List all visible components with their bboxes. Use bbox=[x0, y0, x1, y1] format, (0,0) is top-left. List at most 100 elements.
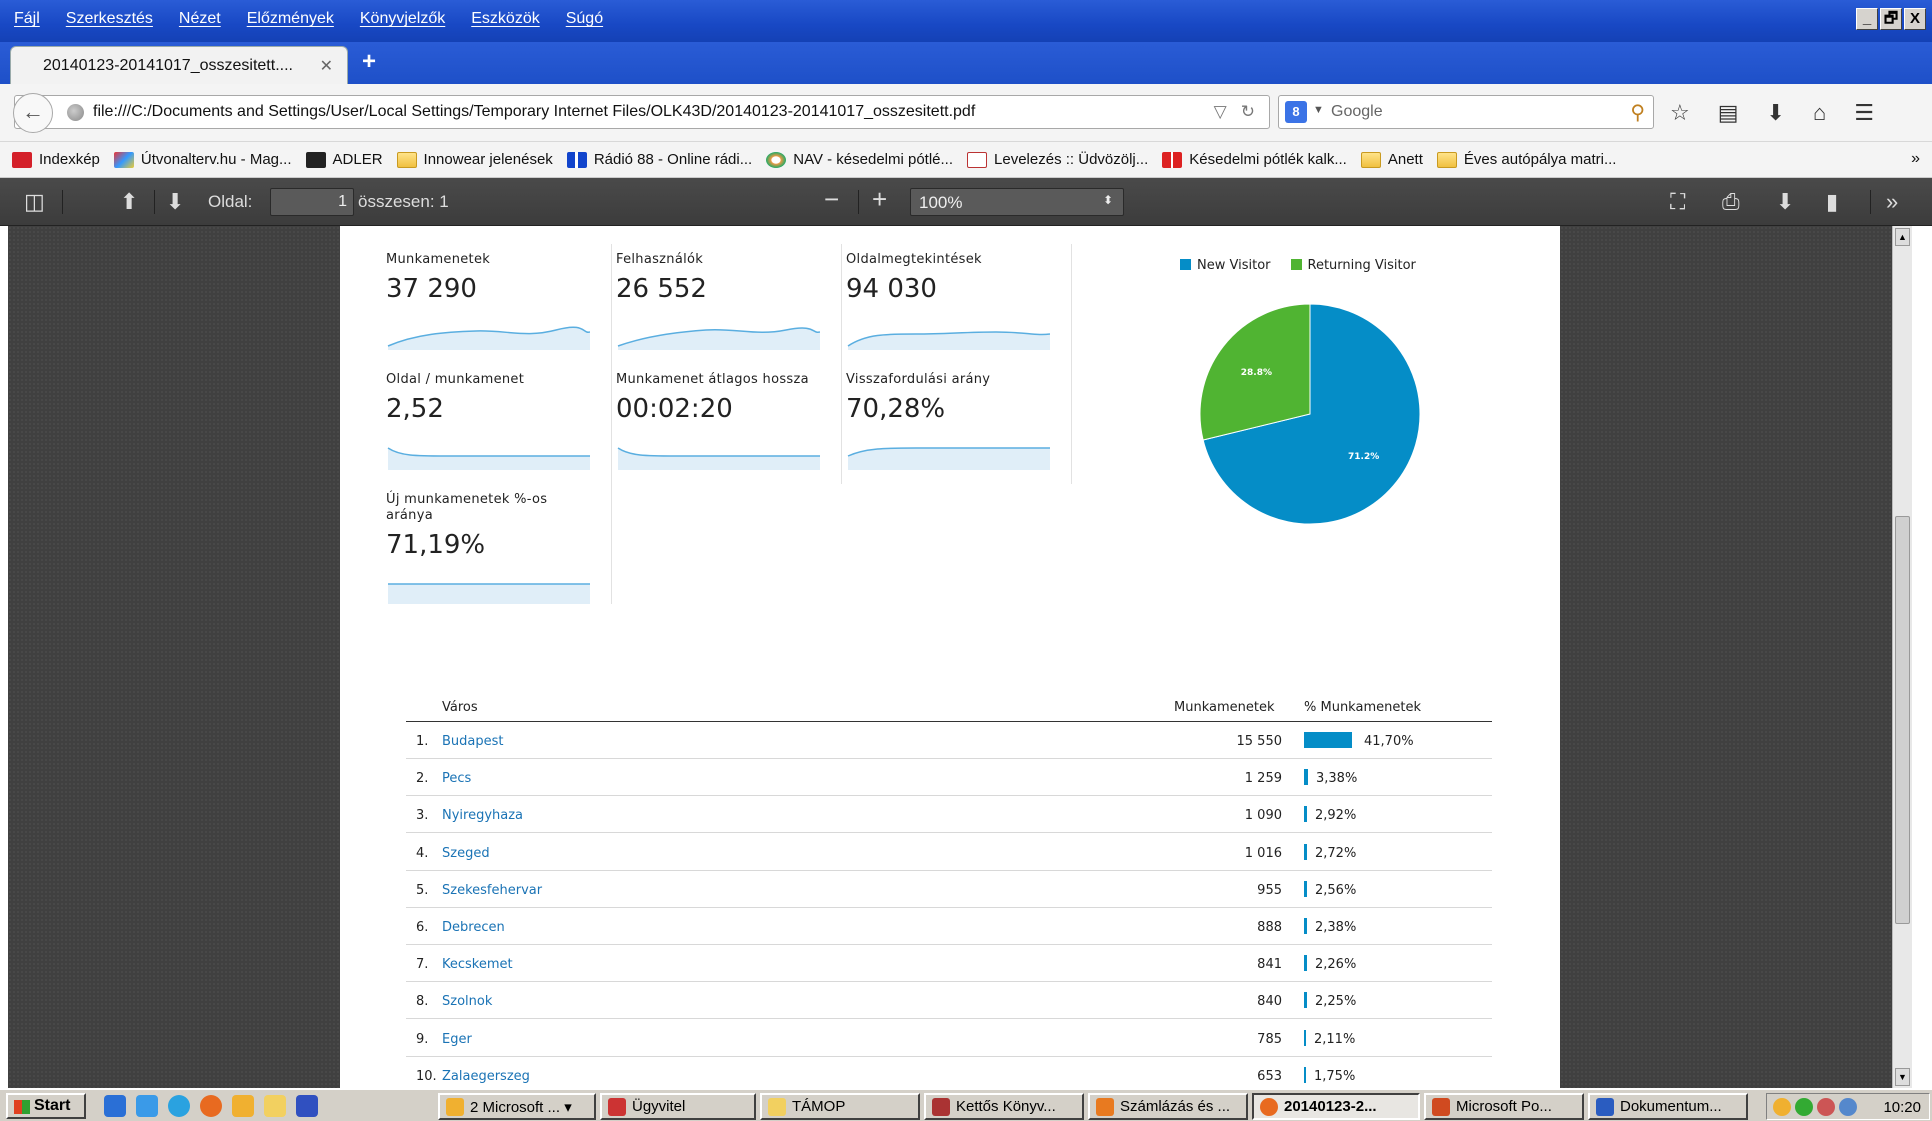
menu-history[interactable]: Előzmények bbox=[247, 10, 334, 28]
page-number-input[interactable]: 1 bbox=[270, 188, 354, 216]
back-button[interactable]: ← bbox=[13, 93, 53, 133]
city-link[interactable]: Szolnok bbox=[442, 994, 492, 1009]
row-rank: 3. bbox=[416, 808, 429, 824]
bookmark-item[interactable]: ADLER bbox=[305, 151, 383, 168]
previous-page-icon[interactable]: ⬆ bbox=[120, 189, 138, 215]
download-icon[interactable]: ⬇ bbox=[1767, 100, 1785, 126]
bookmarks-more-button[interactable]: » bbox=[1911, 150, 1920, 168]
metric-card: Új munkamenetek %-os aránya 71,19% bbox=[386, 484, 612, 604]
close-window-button[interactable]: X bbox=[1904, 8, 1926, 30]
search-icon[interactable]: ⚲ bbox=[1630, 100, 1645, 125]
bookmark-item[interactable]: Éves autópálya matri... bbox=[1436, 151, 1616, 168]
taskbar-item[interactable]: Számlázás és ... bbox=[1088, 1093, 1248, 1120]
menu-help[interactable]: Súgó bbox=[566, 10, 603, 28]
taskbar-item-active[interactable]: 20140123-2... bbox=[1252, 1093, 1420, 1120]
tray-network-icon[interactable] bbox=[1839, 1098, 1857, 1116]
taskbar-item[interactable]: Dokumentum... bbox=[1588, 1093, 1748, 1120]
bookmark-item[interactable]: Levelezés :: Üdvözölj... bbox=[967, 151, 1148, 168]
tray-app-icon[interactable] bbox=[1773, 1098, 1791, 1116]
scroll-up-icon[interactable]: ▲ bbox=[1895, 228, 1910, 246]
menu-view[interactable]: Nézet bbox=[179, 10, 221, 28]
reload-icon[interactable]: ↻ bbox=[1241, 102, 1255, 122]
save-icon[interactable]: ⬇ bbox=[1776, 189, 1794, 215]
outlook-icon[interactable] bbox=[232, 1095, 254, 1117]
city-link[interactable]: Budapest bbox=[442, 734, 504, 749]
legend-swatch bbox=[1180, 259, 1191, 270]
scroll-down-icon[interactable]: ▼ bbox=[1895, 1068, 1910, 1086]
bookmark-item[interactable]: Késedelmi pótlék kalk... bbox=[1162, 151, 1347, 168]
menu-edit[interactable]: Szerkesztés bbox=[66, 10, 153, 28]
home-icon[interactable]: ⌂ bbox=[1813, 100, 1826, 126]
city-link[interactable]: Kecskemet bbox=[442, 957, 513, 972]
firefox-icon[interactable] bbox=[200, 1095, 222, 1117]
bookmark-item[interactable]: Rádió 88 - Online rádi... bbox=[566, 151, 752, 168]
sidebar-toggle-icon[interactable]: ◫ bbox=[24, 189, 45, 215]
bookmark-item[interactable]: Anett bbox=[1360, 151, 1423, 168]
city-link[interactable]: Szekesfehervar bbox=[442, 883, 542, 898]
bookmark-item[interactable]: Útvonalterv.hu - Mag... bbox=[113, 151, 292, 168]
tab-pdf[interactable]: 20140123-20141017_osszesitett.... ✕ bbox=[10, 46, 348, 84]
pct-bar bbox=[1304, 992, 1307, 1009]
bookmark-item[interactable]: Innowear jelenések bbox=[396, 151, 553, 168]
legend-swatch bbox=[1290, 259, 1302, 270]
engine-dropdown-icon[interactable]: ▼ bbox=[1313, 104, 1324, 116]
menu-file[interactable]: Fájl bbox=[14, 10, 40, 28]
search-input[interactable]: 8 ▼ Google ⚲ bbox=[1278, 95, 1654, 129]
next-page-icon[interactable]: ⬇ bbox=[166, 189, 184, 215]
ie-icon[interactable] bbox=[104, 1095, 126, 1117]
city-link[interactable]: Nyiregyhaza bbox=[442, 808, 523, 823]
clock[interactable]: 10:20 bbox=[1883, 1099, 1921, 1116]
print-icon[interactable]: ⎙ bbox=[1722, 189, 1740, 215]
ie-icon[interactable] bbox=[136, 1095, 158, 1117]
zoom-value: 100% bbox=[919, 193, 963, 212]
zoom-in-icon[interactable]: + bbox=[872, 184, 887, 215]
minimize-button[interactable]: _ bbox=[1856, 8, 1878, 30]
new-tab-button[interactable]: + bbox=[362, 50, 376, 74]
city-link[interactable]: Zalaegerszeg bbox=[442, 1069, 530, 1084]
save-icon[interactable] bbox=[296, 1095, 318, 1117]
city-link[interactable]: Pecs bbox=[442, 771, 471, 786]
taskbar-item[interactable]: Ügyvitel bbox=[600, 1093, 756, 1120]
bookmark-item[interactable]: Indexkép bbox=[12, 151, 100, 168]
restore-button[interactable]: 🗗 bbox=[1880, 8, 1902, 30]
menu-icon[interactable]: ☰ bbox=[1854, 100, 1874, 126]
bookmark-icon[interactable]: ▮ bbox=[1826, 189, 1838, 215]
taskbar: Start 2 Microsoft ... ▾ Ügyvitel TÁMOP K… bbox=[0, 1088, 1932, 1121]
url-bar[interactable]: ← file:///C:/Documents and Settings/User… bbox=[13, 93, 1270, 133]
table-row: 7. Kecskemet 841 2,26% bbox=[406, 945, 1492, 983]
menu-tools[interactable]: Eszközök bbox=[471, 10, 539, 28]
city-link[interactable]: Debrecen bbox=[442, 920, 505, 935]
legend-item: Returning Visitor bbox=[1290, 258, 1416, 273]
firefox-icon bbox=[1260, 1098, 1278, 1116]
tray-app-icon[interactable] bbox=[1795, 1098, 1813, 1116]
tab-close-icon[interactable]: ✕ bbox=[320, 56, 333, 76]
zoom-select[interactable]: 100% ⬍ bbox=[910, 188, 1124, 216]
folder-icon[interactable] bbox=[264, 1095, 286, 1117]
row-pct: 2,92% bbox=[1315, 808, 1357, 824]
taskbar-item[interactable]: Microsoft Po... bbox=[1424, 1093, 1584, 1120]
legend-item: New Visitor bbox=[1180, 258, 1271, 273]
tools-menu-icon[interactable]: » bbox=[1886, 189, 1898, 215]
google-icon[interactable]: 8 bbox=[1285, 101, 1307, 123]
city-link[interactable]: Szeged bbox=[442, 846, 490, 861]
taskbar-item[interactable]: 2 Microsoft ... ▾ bbox=[438, 1093, 596, 1120]
dropdown-arrow-icon[interactable]: ▽ bbox=[1214, 102, 1227, 122]
presentation-mode-icon[interactable]: ⛶ bbox=[1670, 189, 1685, 215]
divider bbox=[62, 190, 63, 214]
bookmark-item[interactable]: NAV - késedelmi pótlé... bbox=[766, 151, 953, 168]
zoom-out-icon[interactable]: − bbox=[824, 184, 839, 215]
scrollbar[interactable]: ▲ ▼ bbox=[1892, 226, 1912, 1088]
city-link[interactable]: Eger bbox=[442, 1032, 472, 1047]
start-button[interactable]: Start bbox=[6, 1093, 86, 1119]
star-icon[interactable]: ☆ bbox=[1670, 100, 1690, 126]
chrome-icon[interactable] bbox=[168, 1095, 190, 1117]
taskbar-item[interactable]: Kettős Könyv... bbox=[924, 1093, 1084, 1120]
url-text[interactable]: file:///C:/Documents and Settings/User/L… bbox=[93, 103, 975, 121]
menu-bookmarks[interactable]: Könyvjelzők bbox=[360, 10, 445, 28]
metric-value: 71,19% bbox=[386, 530, 486, 560]
scrollbar-thumb[interactable] bbox=[1895, 516, 1910, 924]
reading-list-icon[interactable]: ▤ bbox=[1718, 100, 1739, 126]
tray-app-icon[interactable] bbox=[1817, 1098, 1835, 1116]
taskbar-item[interactable]: TÁMOP bbox=[760, 1093, 920, 1120]
row-rank: 8. bbox=[416, 994, 429, 1010]
